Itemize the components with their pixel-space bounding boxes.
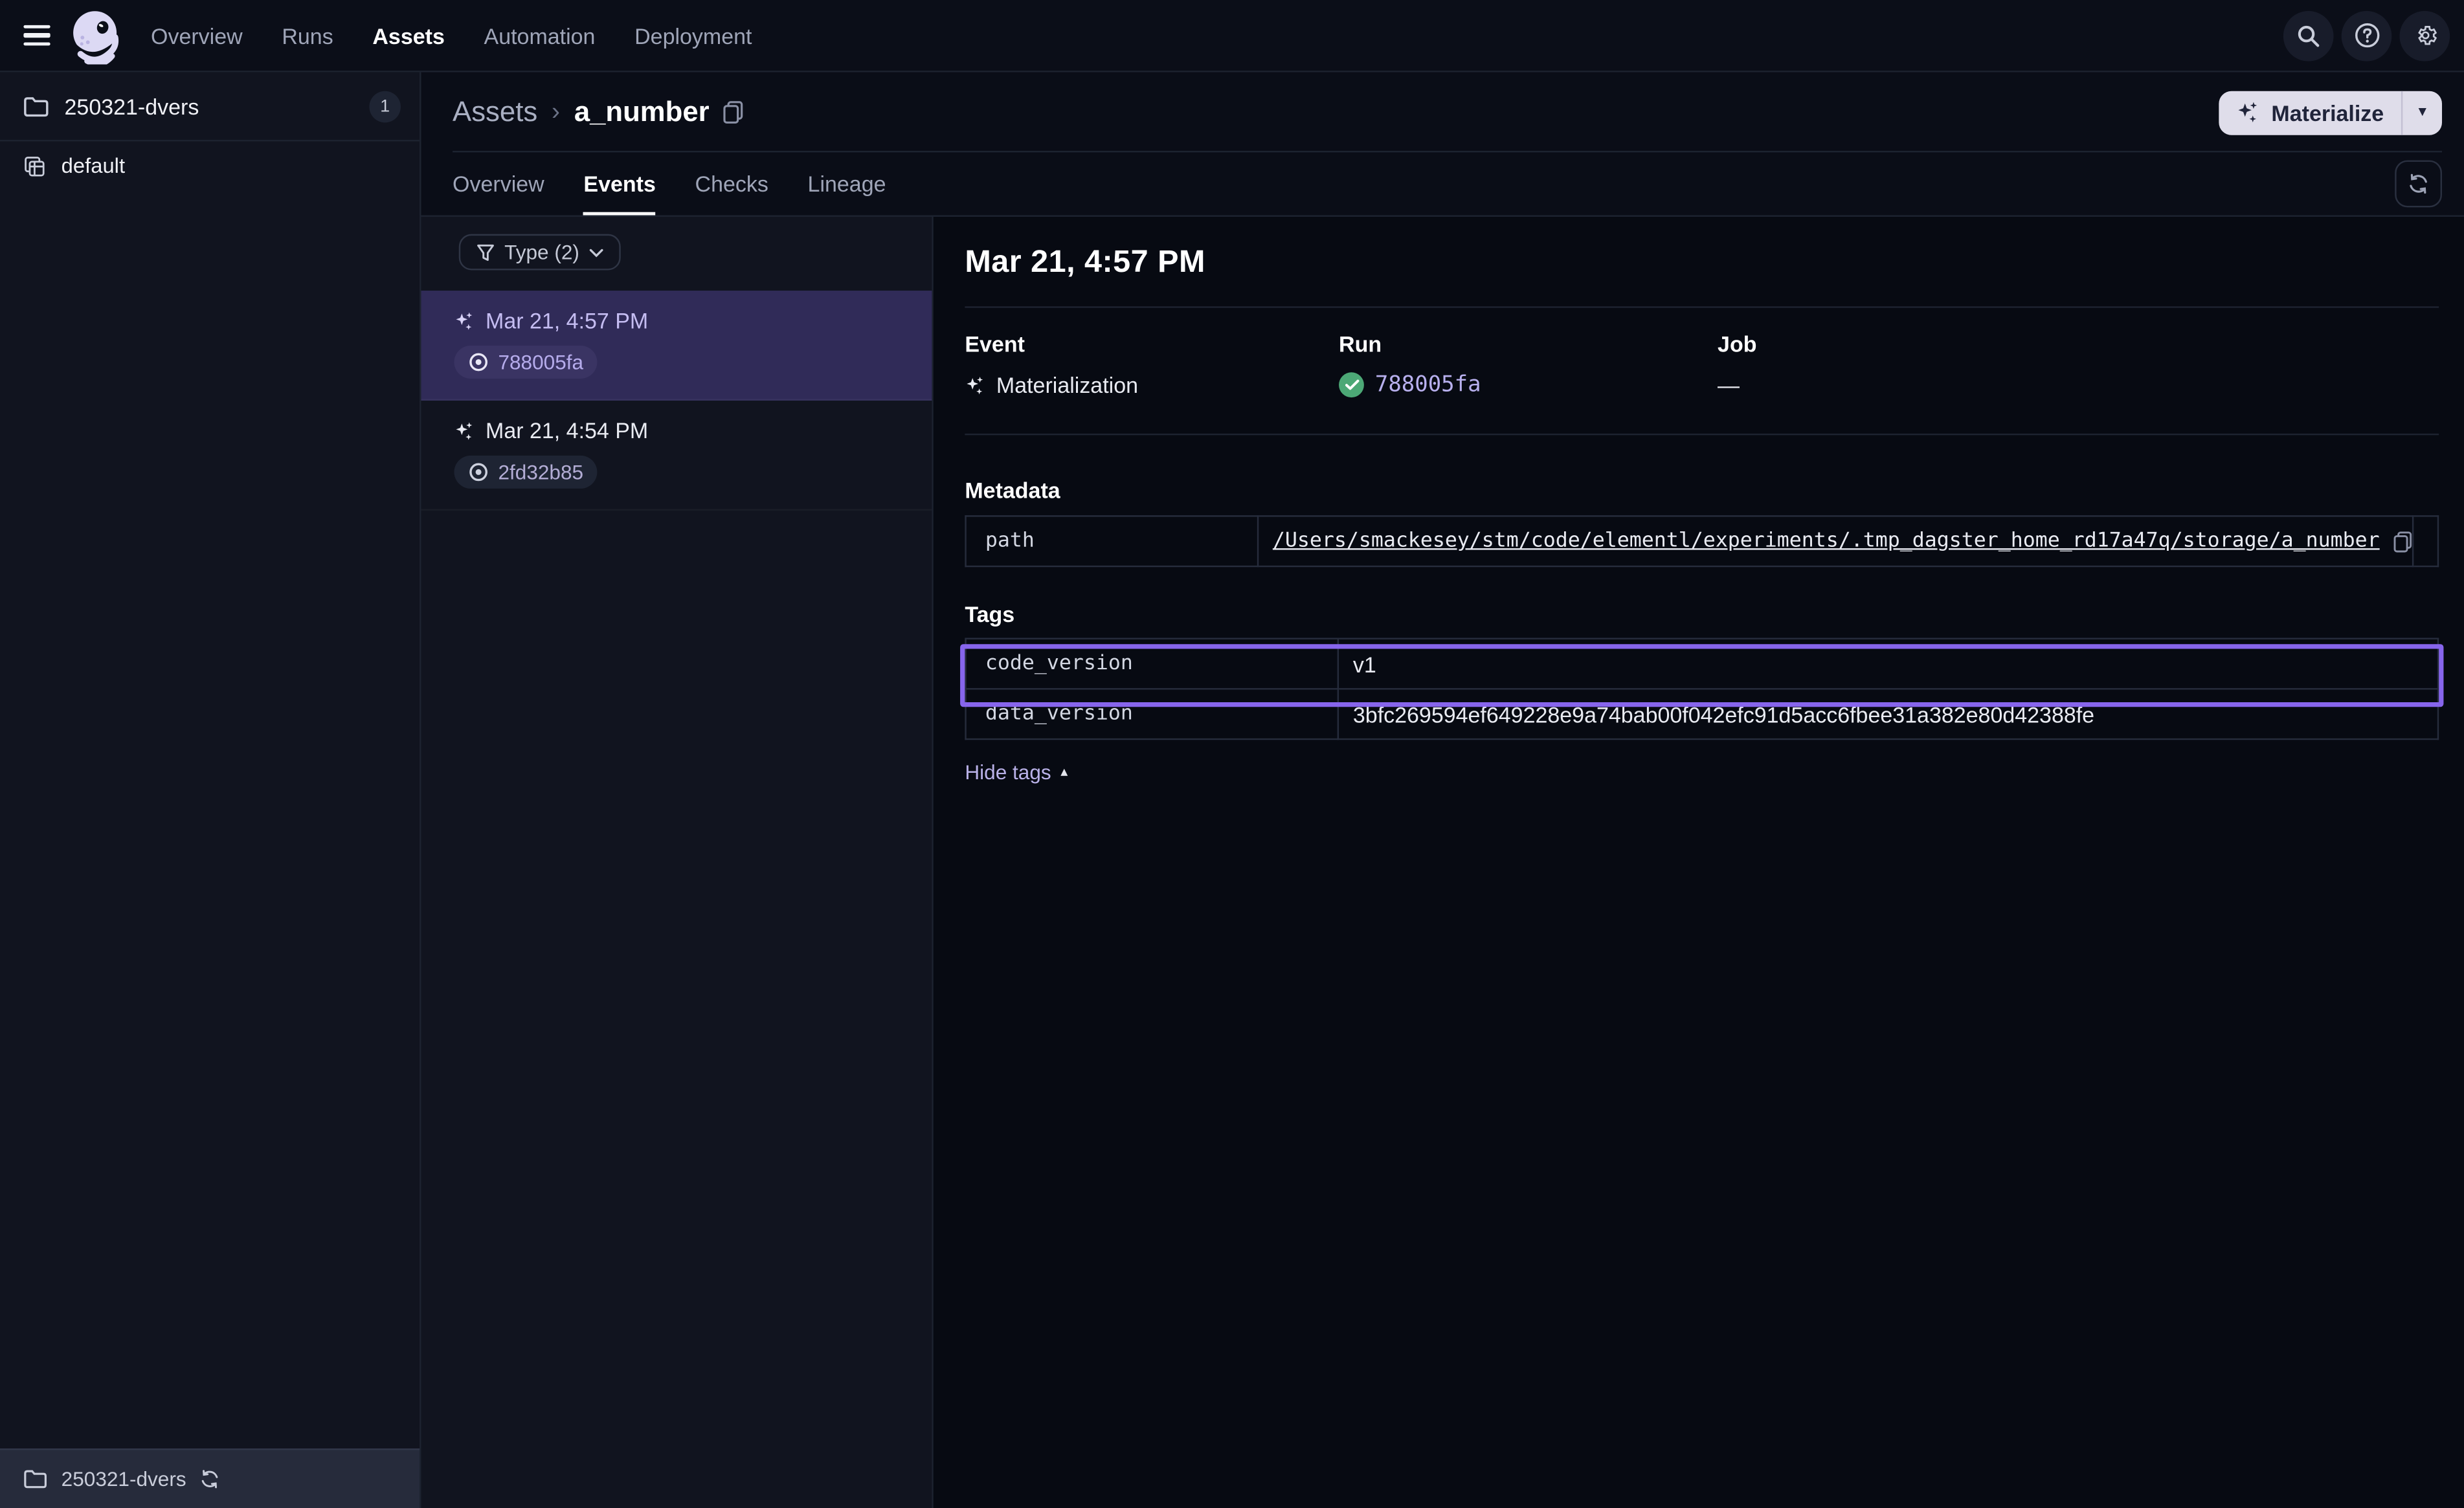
materialization-icon	[965, 375, 985, 395]
funnel-icon	[476, 243, 495, 261]
asset-group-icon	[23, 155, 45, 177]
tag-key: code_version	[966, 639, 1338, 689]
breadcrumb-separator: ›	[552, 98, 560, 127]
tab-checks[interactable]: Checks	[695, 152, 768, 215]
sidebar-item-group[interactable]: 250321-dvers 1	[0, 72, 420, 142]
type-filter-button[interactable]: Type (2)	[459, 234, 620, 271]
run-column-label: Run	[1339, 331, 1718, 357]
event-summary-columns: Event Materialization	[965, 331, 2439, 397]
run-success-icon	[1339, 372, 1364, 397]
materialize-dropdown-caret-icon[interactable]: ▾	[2402, 91, 2442, 135]
event-type-value: Materialization	[996, 372, 1138, 397]
folder-icon	[23, 1469, 47, 1490]
event-list-panel: Type (2)	[421, 217, 934, 1508]
event-detail-panel: Mar 21, 4:57 PM Event	[934, 217, 2464, 1508]
sidebar-group-label: 250321-dvers	[65, 93, 199, 118]
top-nav: Overview Runs Assets Automation Deployme…	[0, 0, 2464, 72]
refresh-events-icon[interactable]	[2395, 161, 2442, 208]
tab-events[interactable]: Events	[583, 152, 655, 215]
tab-lineage[interactable]: Lineage	[808, 152, 886, 215]
materialize-split-button: Materialize ▾	[2219, 91, 2442, 135]
tab-overview[interactable]: Overview	[453, 152, 544, 215]
event-list-item[interactable]: Mar 21, 4:54 PM 2fd32b85	[421, 401, 932, 511]
nav-item-assets[interactable]: Assets	[372, 23, 444, 48]
run-status-icon	[468, 352, 489, 373]
tags-table-wrap: code_version v1 data_version 3bfc269594e…	[965, 638, 2439, 740]
help-icon[interactable]	[2342, 10, 2392, 61]
divider	[965, 306, 2439, 307]
metadata-section-title: Metadata	[965, 478, 2439, 503]
metadata-key: path	[966, 516, 1258, 566]
app-root: Overview Runs Assets Automation Deployme…	[0, 0, 2464, 1508]
primary-nav: Overview Runs Assets Automation Deployme…	[151, 23, 752, 48]
tags-section-title: Tags	[965, 602, 2439, 627]
table-spacer-cell	[2414, 516, 2438, 566]
sidebar-item-default-group[interactable]: default	[0, 141, 420, 190]
materialize-button[interactable]: Materialize	[2219, 91, 2401, 135]
asset-catalog-sidebar: 250321-dvers 1 default 250321-dvers	[0, 72, 421, 1508]
search-icon[interactable]	[2283, 10, 2334, 61]
reload-location-icon[interactable]	[199, 1469, 219, 1490]
collapse-up-icon: ▴	[1060, 764, 1068, 781]
run-id-label: 788005fa	[498, 350, 583, 373]
event-list-item[interactable]: Mar 21, 4:57 PM 788005fa	[421, 291, 932, 401]
page-title: a_number	[574, 96, 710, 129]
metadata-path-link[interactable]: /Users/smackesey/stm/code/elementl/exper…	[1273, 529, 2380, 553]
event-timestamp: Mar 21, 4:54 PM	[486, 418, 648, 443]
job-value: —	[1718, 372, 1740, 397]
nav-item-deployment[interactable]: Deployment	[634, 23, 752, 48]
hide-tags-link[interactable]: Hide tags ▴	[965, 760, 1068, 784]
tag-value: v1	[1353, 651, 1376, 676]
sidebar-footer: 250321-dvers	[0, 1448, 420, 1508]
sidebar-asset-group-label: default	[62, 154, 125, 177]
gear-icon[interactable]	[2399, 10, 2450, 61]
nav-item-automation[interactable]: Automation	[484, 23, 596, 48]
copy-path-icon[interactable]	[2393, 530, 2412, 552]
metadata-table: path /Users/smackesey/stm/code/elementl/…	[965, 515, 2439, 567]
chevron-down-icon	[588, 247, 603, 257]
tag-value: 3bfc269594ef649228e9a74bab00f042efc91d5a…	[1353, 702, 2094, 727]
events-content: Type (2)	[421, 217, 2464, 1508]
asset-tabs: Overview Events Checks Lineage	[421, 152, 2464, 217]
tags-table: code_version v1 data_version 3bfc269594e…	[965, 638, 2439, 740]
event-detail-heading: Mar 21, 4:57 PM	[965, 245, 2439, 282]
run-id-chip[interactable]: 788005fa	[454, 346, 597, 379]
sparkle-icon	[2237, 100, 2260, 124]
materialization-icon	[454, 420, 475, 441]
breadcrumb-assets-link[interactable]: Assets	[453, 96, 537, 129]
asset-count-badge: 1	[369, 91, 401, 122]
type-filter-label: Type (2)	[504, 240, 579, 263]
event-column-label: Event	[965, 331, 1339, 357]
main-panel: Assets › a_number Materialize	[421, 72, 2464, 1508]
folder-icon	[23, 95, 49, 117]
hide-tags-label: Hide tags	[965, 760, 1051, 784]
nav-item-runs[interactable]: Runs	[282, 23, 333, 48]
event-timestamp: Mar 21, 4:57 PM	[486, 308, 648, 333]
dagster-logo-icon[interactable]	[65, 4, 128, 67]
top-nav-actions	[2283, 10, 2450, 61]
table-row: data_version 3bfc269594ef649228e9a74bab0…	[966, 689, 2438, 739]
filter-row: Type (2)	[421, 217, 932, 291]
job-column-label: Job	[1718, 331, 2439, 357]
run-status-icon	[468, 462, 489, 483]
nav-item-overview[interactable]: Overview	[151, 23, 243, 48]
page-header: Assets › a_number Materialize	[421, 72, 2464, 153]
footer-code-location-label: 250321-dvers	[62, 1467, 186, 1491]
run-id-label: 2fd32b85	[498, 460, 583, 483]
run-id-chip[interactable]: 2fd32b85	[454, 456, 597, 489]
table-row-highlighted: code_version v1	[966, 639, 2438, 689]
table-row: path /Users/smackesey/stm/code/elementl/…	[966, 516, 2438, 566]
materialize-button-label: Materialize	[2271, 100, 2384, 125]
run-id-link[interactable]: 788005fa	[1375, 372, 1481, 397]
copy-asset-name-icon[interactable]	[724, 100, 745, 124]
materialization-icon	[454, 310, 475, 331]
tag-key: data_version	[966, 689, 1338, 739]
divider	[965, 434, 2439, 435]
menu-icon[interactable]	[11, 10, 62, 61]
